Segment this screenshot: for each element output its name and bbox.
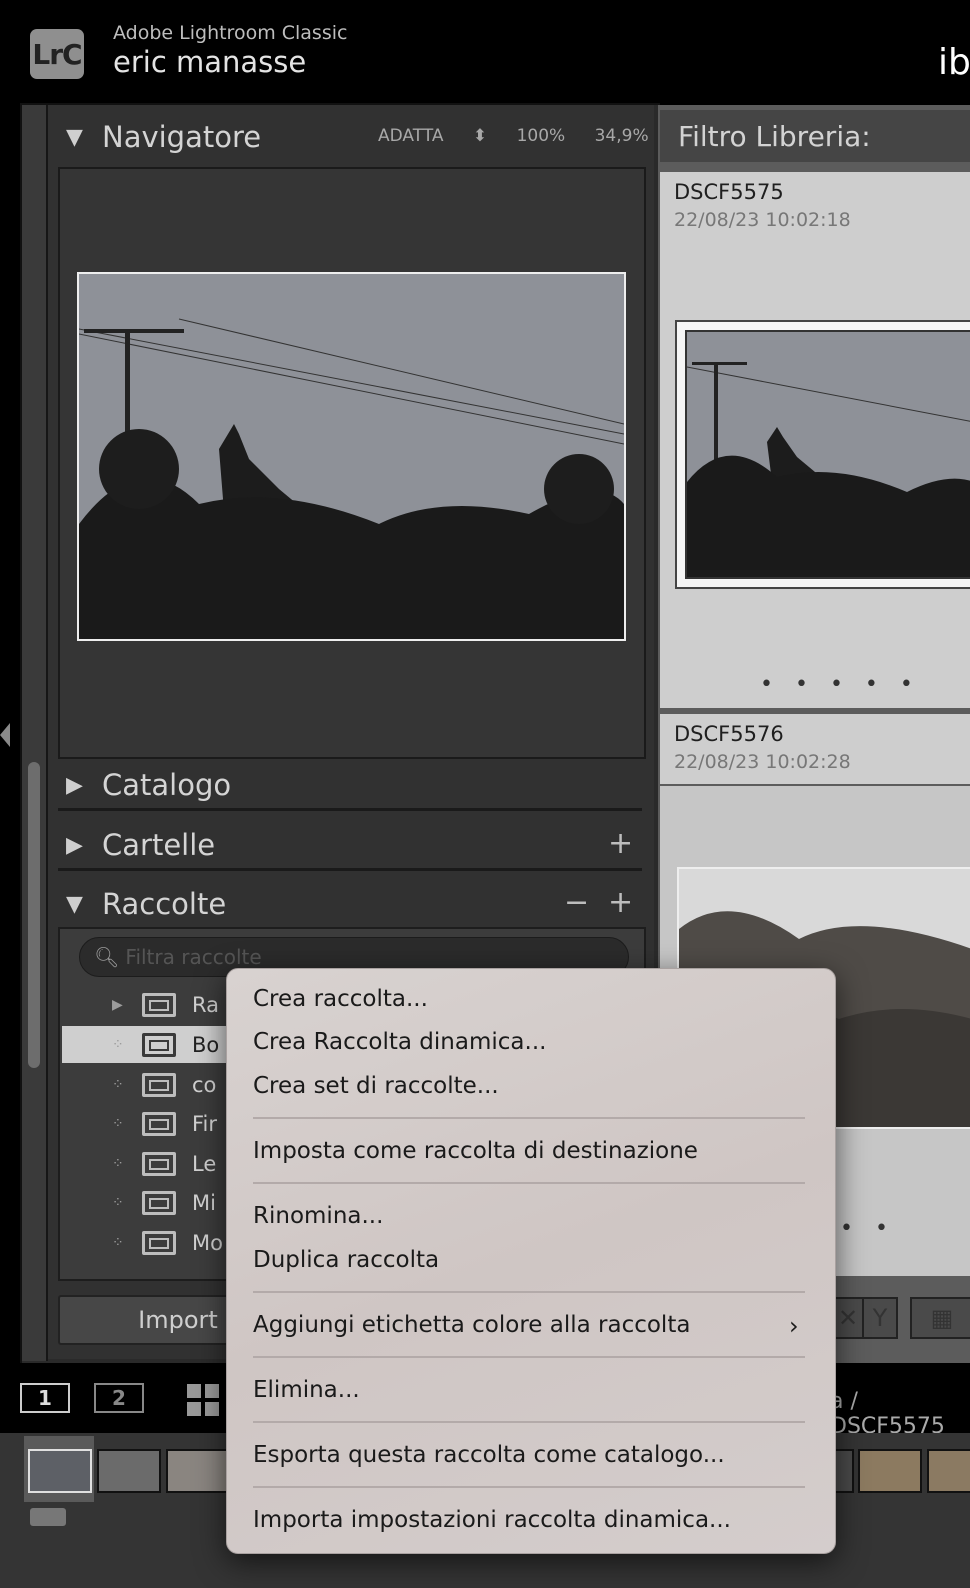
filmstrip-thumb[interactable]: [166, 1449, 230, 1493]
menu-divider: [253, 1117, 805, 1119]
thumbnail-frame[interactable]: [675, 320, 970, 589]
view-mode-icon[interactable]: ▦: [910, 1297, 970, 1339]
collection-set-icon: [142, 992, 176, 1017]
menu-divider: [253, 1486, 805, 1488]
secondary-window-button[interactable]: 2: [94, 1383, 144, 1413]
source-path: a / DSCF5575: [830, 1389, 945, 1439]
rating-dots[interactable]: ••: [840, 1216, 910, 1241]
menu-item-delete[interactable]: Elimina...: [253, 1377, 360, 1403]
collection-dot-icon: ⁘: [112, 1155, 124, 1172]
filmstrip-thumb[interactable]: [927, 1449, 970, 1493]
collection-dot-icon: ⁘: [112, 1194, 124, 1211]
expanded-triangle-icon: ▼: [66, 124, 83, 150]
menu-item-create-collection[interactable]: Crea raccolta...: [253, 986, 428, 1012]
grid-view-icon[interactable]: [187, 1384, 219, 1416]
collection-icon: [142, 1190, 176, 1215]
navigator-photo[interactable]: [77, 272, 626, 641]
thumbnail-photo: [685, 330, 970, 579]
collections-panel-header[interactable]: ▼ Raccolte − +: [50, 877, 650, 931]
lightroom-logo: LrC: [30, 29, 84, 79]
collection-dot-icon: ⁘: [112, 1234, 124, 1251]
collection-icon: [142, 1032, 176, 1057]
cell-filename: DSCF5575: [674, 180, 784, 204]
app-name: Adobe Lightroom Classic: [113, 22, 348, 44]
collection-icon: [142, 1111, 176, 1136]
collection-label: Mi: [192, 1190, 216, 1215]
remove-collection-icon[interactable]: −: [564, 885, 589, 920]
expanded-triangle-icon: ▼: [66, 891, 83, 917]
rating-dots[interactable]: •••••: [760, 672, 935, 697]
collection-label: co: [192, 1072, 217, 1097]
filmstrip-thumb[interactable]: [858, 1449, 922, 1493]
menu-divider: [253, 1421, 805, 1423]
add-folder-icon[interactable]: +: [608, 826, 633, 861]
filmstrip-thumb[interactable]: [834, 1449, 854, 1493]
library-filter-bar[interactable]: Filtro Libreria:: [660, 110, 970, 162]
left-panel-scrollbar[interactable]: [28, 762, 40, 1068]
cell-filename: DSCF5576: [674, 722, 784, 746]
collection-label: Ra: [192, 992, 219, 1017]
catalog-panel-header[interactable]: ▶ Catalogo: [50, 758, 650, 812]
disclosure-triangle-icon[interactable]: ▶: [112, 997, 142, 1013]
menu-item-add-color-label[interactable]: Aggiungi etichetta colore alla raccolta: [253, 1312, 690, 1338]
collection-label: Le: [192, 1151, 217, 1176]
zoom-fit-label: ADATTA: [378, 126, 444, 146]
primary-window-button[interactable]: 1: [20, 1383, 70, 1413]
zoom-fit-option[interactable]: ADATTA ⬍: [378, 126, 487, 146]
collapse-left-panel-icon[interactable]: [0, 723, 10, 747]
navigator-title: Navigatore: [102, 120, 262, 154]
menu-item-import-smart-collection-settings[interactable]: Importa impostazioni raccolta dinamica..…: [253, 1507, 731, 1533]
collection-label: Bo: [192, 1032, 220, 1057]
menu-item-create-collection-set[interactable]: Crea set di raccolte...: [253, 1073, 499, 1099]
menu-divider: [253, 1182, 805, 1184]
zoom-custom-option[interactable]: 34,9%: [595, 126, 649, 146]
menu-item-duplicate-collection[interactable]: Duplica raccolta: [253, 1247, 439, 1273]
compare-icon[interactable]: Y: [862, 1297, 898, 1339]
chevron-right-icon: ›: [789, 1312, 799, 1340]
divider: [58, 868, 642, 871]
collection-label: Mo: [192, 1230, 223, 1255]
collapsed-triangle-icon: ▶: [66, 772, 83, 798]
grid-toolbar: ✕ Y ▦: [830, 1297, 970, 1345]
collection-label: Fir: [192, 1111, 218, 1136]
collections-title: Raccolte: [102, 887, 227, 921]
menu-item-export-as-catalog[interactable]: Esporta questa raccolta come catalogo...: [253, 1442, 725, 1468]
zoom-100-option[interactable]: 100%: [517, 126, 566, 146]
collection-dot-icon: ⁘: [112, 1036, 124, 1053]
collection-icon: [142, 1230, 176, 1255]
menu-divider: [253, 1356, 805, 1358]
navigator-zoom-options: ADATTA ⬍ 100% 34,9% ⬍: [378, 126, 692, 146]
menu-item-rename[interactable]: Rinomina...: [253, 1203, 383, 1229]
collection-dot-icon: ⁘: [112, 1076, 124, 1093]
catalog-title: Catalogo: [102, 768, 232, 802]
filmstrip-scrollbar[interactable]: [30, 1508, 66, 1526]
collection-dot-icon: ⁘: [112, 1115, 124, 1132]
filmstrip-thumb[interactable]: [97, 1449, 161, 1493]
search-placeholder: Filtra raccolte: [125, 945, 262, 969]
user-name: eric manasse: [113, 45, 307, 79]
module-tab-library[interactable]: ib: [938, 42, 970, 83]
folders-title: Cartelle: [102, 828, 216, 862]
collection-icon: [142, 1151, 176, 1176]
cell-date: 22/08/23 10:02:18: [674, 209, 851, 231]
folders-panel-header[interactable]: ▶ Cartelle +: [50, 818, 650, 872]
collapsed-triangle-icon: ▶: [66, 832, 83, 858]
menu-item-create-smart-collection[interactable]: Crea Raccolta dinamica...: [253, 1029, 546, 1055]
add-collection-icon[interactable]: +: [608, 885, 633, 920]
menu-divider: [253, 1291, 805, 1293]
collection-icon: [142, 1072, 176, 1097]
divider: [58, 808, 642, 811]
filmstrip-thumb[interactable]: [28, 1449, 92, 1493]
menu-item-set-target-collection[interactable]: Imposta come raccolta di destinazione: [253, 1138, 698, 1164]
cell-date: 22/08/23 10:02:28: [674, 751, 851, 773]
search-icon: 🔍︎: [94, 945, 120, 969]
left-panel-edge: [22, 105, 48, 1361]
